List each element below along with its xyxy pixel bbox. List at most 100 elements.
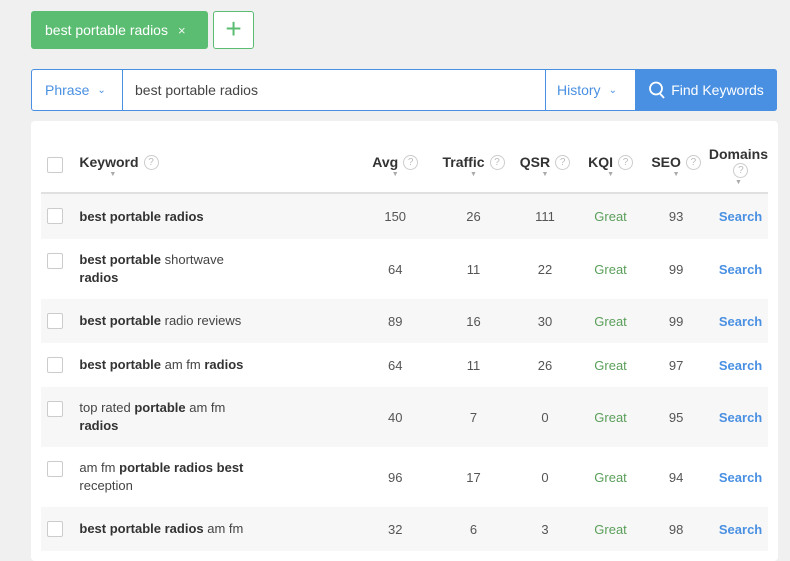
traffic-cell: 6	[434, 507, 513, 551]
column-header-traffic[interactable]: Traffic? ▼	[434, 140, 513, 194]
traffic-cell: 17	[466, 469, 481, 485]
seo-cell: 97	[668, 357, 684, 373]
history-label: History	[557, 82, 601, 98]
table-row: best portable am fm radios 64 11 26 Grea…	[41, 343, 768, 387]
sort-icon[interactable]: ▼	[709, 179, 768, 186]
help-icon[interactable]: ?	[733, 163, 749, 179]
qsr-cell: 111	[512, 193, 578, 239]
help-icon[interactable]: ?	[489, 155, 505, 171]
qsr-cell: 0	[541, 469, 549, 485]
seo-cell: 98	[643, 507, 709, 551]
keyword-cell: best portable am fm radios	[79, 357, 244, 372]
search-icon	[649, 81, 665, 99]
results-card: Keyword? ▼ Avg? ▼ Traffic? ▼ QSR? ▼ KQI? ▼ SEO? ▼ Do…	[31, 121, 778, 561]
kqi-cell: Great	[594, 357, 627, 373]
table-row: best portable radio reviews 89 16 30 Gre…	[41, 299, 768, 343]
chevron-down-icon: ⌄	[608, 84, 617, 96]
column-header-qsr[interactable]: QSR? ▼	[512, 140, 578, 194]
table-row: best portable radios 150 26 111 Great 93…	[41, 193, 768, 239]
sort-icon[interactable]: ▼	[643, 171, 708, 178]
sort-icon[interactable]: ▼	[109, 171, 355, 178]
help-icon[interactable]: ?	[617, 155, 633, 171]
domains-search-link[interactable]: Search	[709, 343, 768, 387]
traffic-cell: 7	[434, 387, 513, 447]
keyword-cell: am fm portable radios best reception	[79, 460, 244, 493]
sort-icon[interactable]: ▼	[435, 171, 512, 178]
avg-cell: 32	[355, 507, 435, 551]
add-tag-button[interactable]: +	[213, 11, 254, 49]
row-checkbox[interactable]	[47, 521, 64, 537]
table-row: best portable radios am fm 32 6 3 Great …	[41, 507, 768, 551]
sort-icon[interactable]: ▼	[578, 171, 644, 178]
avg-cell: 89	[355, 299, 435, 343]
column-header-kqi[interactable]: KQI? ▼	[577, 140, 644, 194]
traffic-cell: 16	[434, 299, 513, 343]
domains-search-link[interactable]: Search	[708, 387, 768, 447]
domains-search-link[interactable]: Search	[708, 193, 768, 239]
kqi-cell: Great	[594, 469, 627, 485]
chevron-down-icon: ⌄	[97, 84, 106, 96]
search-bar: Phrase ⌄ History ⌄ Find Keywords	[31, 69, 777, 111]
column-header-keyword[interactable]: Keyword? ▼	[69, 140, 356, 194]
kqi-cell: Great	[577, 299, 644, 343]
column-label: Avg	[372, 153, 399, 170]
seo-cell: 94	[668, 469, 684, 485]
row-checkbox[interactable]	[47, 208, 64, 224]
row-checkbox[interactable]	[47, 357, 64, 373]
column-header-domains[interactable]: Domains? ▼	[708, 140, 768, 194]
seo-cell: 99	[643, 299, 709, 343]
domains-search-link[interactable]: Search	[709, 447, 768, 507]
qsr-cell: 30	[512, 299, 578, 343]
keyword-cell: best portable radio reviews	[69, 299, 356, 343]
column-label: QSR	[519, 153, 551, 170]
search-input[interactable]	[123, 70, 545, 110]
qsr-cell: 26	[537, 357, 553, 373]
kqi-cell: Great	[577, 193, 644, 239]
keyword-tag[interactable]: best portable radios ×	[31, 11, 208, 49]
qsr-cell: 3	[512, 507, 578, 551]
keywords-table: Keyword? ▼ Avg? ▼ Traffic? ▼ QSR? ▼ KQI? ▼ SEO? ▼ Do…	[41, 140, 768, 551]
avg-cell: 40	[355, 387, 435, 447]
domains-search-link[interactable]: Search	[708, 507, 768, 551]
column-label: KQI	[588, 153, 613, 170]
find-keywords-button[interactable]: Find Keywords	[635, 69, 777, 111]
table-row: am fm portable radios best reception 96 …	[41, 447, 768, 507]
column-label: Domains	[708, 145, 768, 162]
keyword-cell: best portable radios	[69, 193, 356, 239]
help-icon[interactable]: ?	[403, 155, 419, 171]
traffic-cell: 11	[466, 357, 481, 373]
column-header-seo[interactable]: SEO? ▼	[643, 140, 709, 194]
seo-cell: 95	[643, 387, 709, 447]
traffic-cell: 26	[434, 193, 513, 239]
avg-cell: 64	[387, 261, 403, 277]
help-icon[interactable]: ?	[555, 155, 571, 171]
traffic-cell: 11	[466, 261, 481, 277]
mode-dropdown[interactable]: Phrase ⌄	[32, 70, 123, 110]
column-label: SEO	[651, 153, 681, 170]
sort-icon[interactable]: ▼	[512, 171, 577, 178]
avg-cell: 64	[387, 357, 403, 373]
close-icon[interactable]: ×	[178, 23, 186, 38]
help-icon[interactable]: ?	[685, 155, 701, 171]
find-label: Find Keywords	[671, 82, 764, 98]
seo-cell: 99	[668, 261, 684, 277]
domains-search-link[interactable]: Search	[708, 299, 768, 343]
sort-icon[interactable]: ▼	[356, 171, 435, 178]
row-checkbox[interactable]	[47, 253, 64, 269]
kqi-cell: Great	[577, 387, 644, 447]
qsr-cell: 22	[537, 261, 553, 277]
row-checkbox[interactable]	[47, 461, 64, 477]
select-all-checkbox[interactable]	[47, 156, 64, 173]
row-checkbox[interactable]	[47, 401, 64, 417]
table-row: best portable shortwave radios 64 11 22 …	[41, 239, 768, 299]
column-label: Traffic	[442, 153, 485, 170]
table-row: top rated portable am fm radios 40 7 0 G…	[41, 387, 768, 447]
domains-search-link[interactable]: Search	[709, 239, 768, 299]
column-header-avg[interactable]: Avg? ▼	[355, 140, 435, 194]
keyword-cell: top rated portable am fm radios	[69, 387, 356, 447]
help-icon[interactable]: ?	[143, 155, 159, 171]
row-checkbox[interactable]	[47, 313, 64, 329]
seo-cell: 93	[643, 193, 709, 239]
history-dropdown[interactable]: History ⌄	[545, 70, 635, 110]
keyword-cell: best portable radios am fm	[69, 507, 356, 551]
